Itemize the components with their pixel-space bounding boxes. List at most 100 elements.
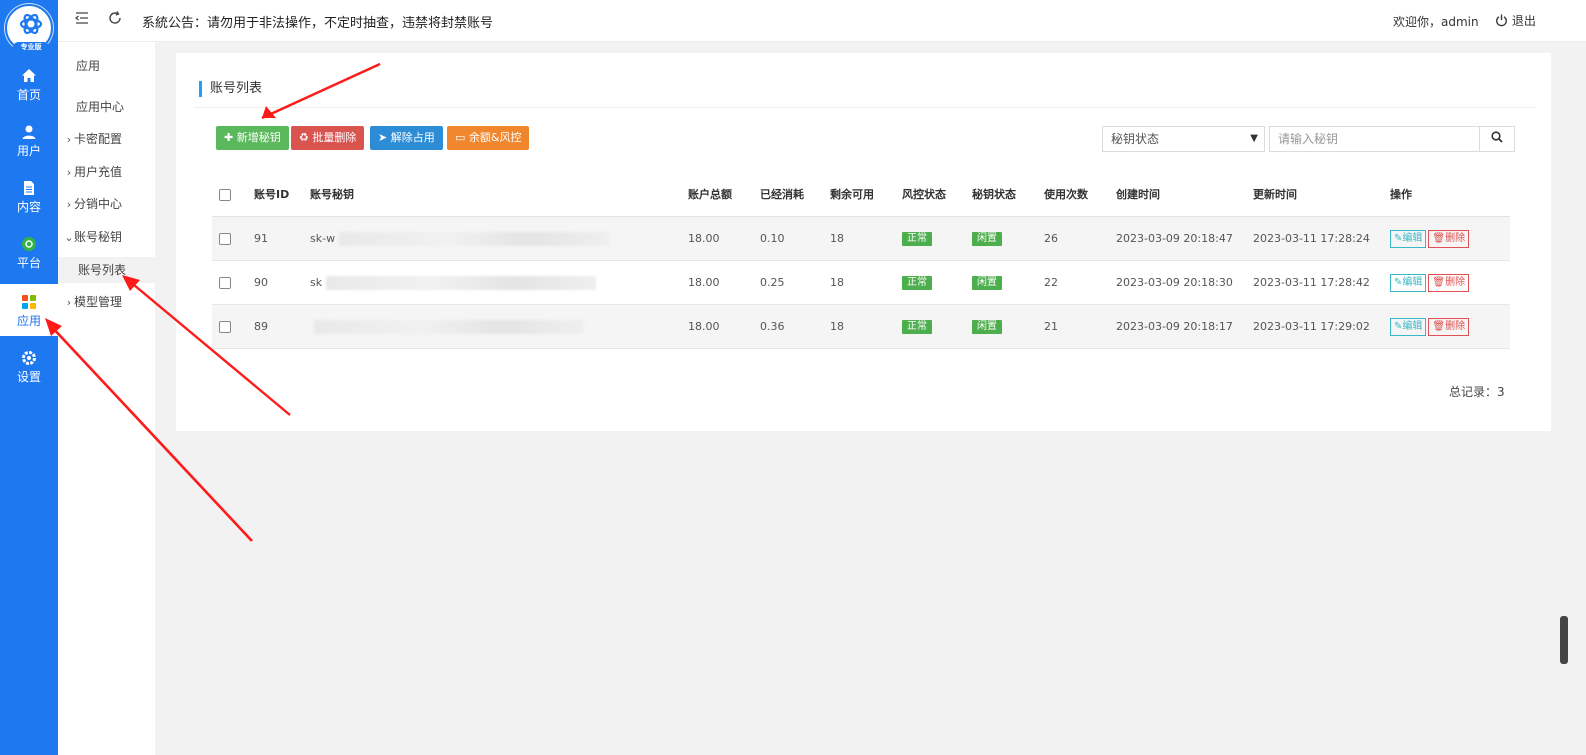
rail-item-home[interactable]: 首页 (0, 58, 58, 110)
cell-key: sk-w (310, 217, 610, 261)
system-notice: 系統公告：请勿用于非法操作，不定时抽查，违禁将封禁账号 (142, 16, 494, 31)
home-icon (0, 68, 58, 86)
status-badge: 正常 (902, 320, 932, 334)
button-label: 余额&风控 (468, 131, 522, 144)
cell-total: 18.00 (688, 276, 720, 289)
cell-remain: 18 (830, 276, 844, 289)
user-icon (0, 124, 58, 142)
recycle-icon: ♻ (299, 131, 309, 144)
key-status-select[interactable]: 秘钥状态 ▼ (1102, 126, 1265, 152)
delete-button[interactable]: 🗑删除 (1428, 230, 1470, 248)
batch-delete-button[interactable]: ♻ 批量删除 (291, 126, 365, 150)
edition-badge: 专业版 (13, 42, 49, 53)
col-header: 秘钥状态 (972, 188, 1016, 201)
secondary-menu: 应用 应用中心 › 卡密配置 › 用户充值 › 分销中心 ⌄账号秘钥 账号列表 › 模型… (58, 0, 155, 755)
cell-key (310, 305, 584, 349)
submenu-item-account-list[interactable]: 账号列表 (58, 257, 155, 283)
col-header: 风控状态 (902, 188, 946, 201)
col-header: 创建时间 (1116, 188, 1160, 201)
openai-logo-icon (19, 13, 43, 35)
account-list-card: 账号列表 ✚ 新增秘钥 ♻ 批量删除 ➤ 解除占用 ▭ 余额&风控 秘钥状态 ▼ … (176, 53, 1551, 431)
cell-actions: ✎编辑 🗑删除 (1390, 217, 1470, 261)
edit-button[interactable]: ✎编辑 (1390, 230, 1427, 248)
rail-item-user[interactable]: 用户 (0, 114, 58, 166)
row-checkbox[interactable] (219, 321, 231, 333)
button-label: 批量删除 (312, 131, 357, 144)
delete-button[interactable]: 🗑删除 (1428, 318, 1470, 336)
select-all-checkbox[interactable] (219, 189, 231, 201)
caret-down-icon: ▼ (1250, 133, 1258, 144)
col-header: 更新时间 (1253, 188, 1297, 201)
button-label: 编辑 (1402, 321, 1423, 332)
total-records: 总记录：3 (1449, 385, 1505, 399)
rail-label: 首页 (16, 88, 41, 102)
cell-updated: 2023-03-11 17:28:24 (1253, 232, 1370, 245)
add-key-button[interactable]: ✚ 新增秘钥 (216, 126, 289, 150)
cell-remain: 18 (830, 320, 844, 333)
submenu-item-distribution[interactable]: › 分销中心 (58, 191, 155, 217)
cell-used: 0.10 (760, 232, 785, 245)
button-label: 解除占用 (390, 131, 435, 144)
gear-icon (0, 350, 58, 368)
key-prefix: sk-w (310, 232, 336, 245)
card-icon: ▭ (455, 131, 466, 144)
trash-icon: 🗑 (1432, 277, 1446, 288)
submenu-item-app-center[interactable]: 应用中心 (58, 94, 155, 120)
cell-risk: 正常 (902, 305, 932, 349)
release-button[interactable]: ➤ 解除占用 (370, 126, 443, 150)
delete-button[interactable]: 🗑删除 (1428, 274, 1470, 292)
submenu-label: 卡密配置 (74, 132, 123, 146)
collapse-menu-icon[interactable] (74, 11, 89, 29)
cell-status: 闲置 (972, 261, 1002, 305)
row-checkbox[interactable] (219, 277, 231, 289)
submenu-item-account-keys[interactable]: ⌄账号秘钥 (58, 224, 155, 250)
select-value: 秘钥状态 (1111, 132, 1160, 146)
app-logo[interactable]: 专业版 (5, 4, 53, 53)
rail-label: 设置 (16, 370, 41, 384)
col-header: 剩余可用 (830, 188, 874, 201)
top-bar: 系統公告：请勿用于非法操作，不定时抽查，违禁将封禁账号 欢迎你，admin 退出 (58, 0, 1586, 42)
key-search-input[interactable] (1269, 126, 1481, 152)
chevron-right-icon: › (66, 166, 72, 179)
submenu-item-card-config[interactable]: › 卡密配置 (58, 126, 155, 152)
button-label: 删除 (1445, 277, 1466, 288)
icon-rail: 专业版 首页 用户 内容 平台 应用 设置 (0, 0, 58, 755)
col-header: 账户总额 (688, 188, 732, 201)
refresh-icon[interactable] (108, 11, 122, 29)
divider (194, 107, 1536, 108)
welcome-text: 欢迎你，admin (1393, 15, 1479, 29)
status-badge: 闲置 (972, 320, 1002, 334)
status-badge: 正常 (902, 276, 932, 290)
cell-status: 闲置 (972, 305, 1002, 349)
rail-item-apps[interactable]: 应用 (0, 284, 58, 336)
edit-button[interactable]: ✎编辑 (1390, 318, 1427, 336)
logout-button[interactable]: 退出 (1495, 12, 1536, 29)
cell-id: 89 (254, 320, 268, 333)
cell-remain: 18 (830, 232, 844, 245)
redacted-key (339, 232, 610, 246)
balance-risk-button[interactable]: ▭ 余额&风控 (447, 126, 530, 150)
chevron-right-icon: › (66, 133, 72, 146)
scrollbar-handle[interactable] (1560, 616, 1568, 664)
platform-icon (0, 236, 58, 254)
row-checkbox[interactable] (219, 233, 231, 245)
table-header: 账号ID 账号秘钥 账户总额 已经消耗 剩余可用 风控状态 秘钥状态 使用次数 … (212, 173, 1510, 217)
status-badge: 闲置 (972, 276, 1002, 290)
search-button[interactable] (1479, 126, 1515, 152)
cell-status: 闲置 (972, 217, 1002, 261)
submenu-item-recharge[interactable]: › 用户充值 (58, 159, 155, 185)
redacted-key (314, 320, 584, 334)
cell-risk: 正常 (902, 261, 932, 305)
logout-label: 退出 (1511, 14, 1536, 28)
rail-item-platform[interactable]: 平台 (0, 226, 58, 278)
cell-created: 2023-03-09 20:18:17 (1116, 320, 1233, 333)
rail-item-content[interactable]: 内容 (0, 170, 58, 222)
submenu-item-model-manage[interactable]: › 模型管理 (58, 289, 155, 315)
chevron-down-icon: ⌄ (64, 231, 74, 244)
edit-button[interactable]: ✎编辑 (1390, 274, 1427, 292)
rail-item-settings[interactable]: 设置 (0, 340, 58, 392)
cell-actions: ✎编辑 🗑删除 (1390, 305, 1470, 349)
col-header: 账号ID (254, 188, 290, 201)
cell-count: 22 (1044, 276, 1058, 289)
rail-label: 用户 (16, 144, 41, 158)
